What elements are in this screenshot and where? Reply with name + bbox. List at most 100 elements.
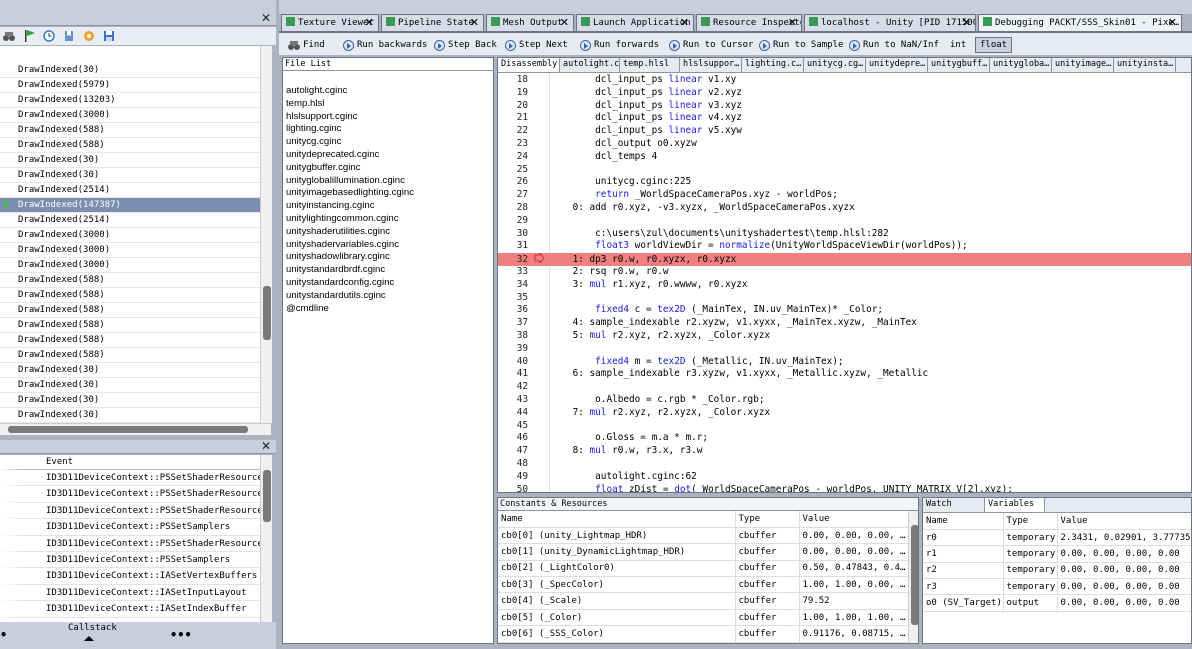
event-row[interactable]: DrawIndexed(588) xyxy=(0,123,271,138)
column-header[interactable]: Value xyxy=(1057,513,1191,530)
file-list-item[interactable]: hlslsupport.cginc xyxy=(283,111,493,124)
file-list-item[interactable]: unityinstancing.cginc xyxy=(283,200,493,213)
api-call-row[interactable]: ID3D11DeviceContext::PSSetShaderResource… xyxy=(0,502,271,520)
code-line[interactable]: 22 dcl_input_ps linear v5.xyw xyxy=(498,125,1191,138)
code-line[interactable]: 29 xyxy=(498,215,1191,228)
file-list-item[interactable]: unitycg.cginc xyxy=(283,136,493,149)
code-line[interactable]: 25 xyxy=(498,164,1191,177)
source-file-tab[interactable]: lighting.c… xyxy=(742,58,804,72)
api-call-row[interactable]: ID3D11DeviceContext::IASetVertexBuffers xyxy=(0,568,271,585)
code-line[interactable]: 40 fixed4 m = tex2D (_Metallic, IN.uv_Ma… xyxy=(498,356,1191,369)
column-header[interactable]: Type xyxy=(1003,513,1058,530)
file-list-item[interactable]: lighting.cginc xyxy=(283,123,493,136)
more-options-icon[interactable]: ••• xyxy=(170,628,192,642)
code-line[interactable]: 24 dcl_temps 4 xyxy=(498,151,1191,164)
source-file-tab[interactable]: autolight.c… xyxy=(560,58,620,72)
file-list-item[interactable]: unitystandardbrdf.cginc xyxy=(283,264,493,277)
code-line[interactable]: 43 o.Albedo = c.rgb * _Color.rgb; xyxy=(498,394,1191,407)
event-row[interactable]: DrawIndexed(3000) xyxy=(0,243,271,258)
file-list-item[interactable]: autolight.cginc xyxy=(283,85,493,98)
api-call-row[interactable]: ID3D11DeviceContext::PSSetShaderResource… xyxy=(0,486,271,503)
event-row[interactable]: DrawIndexed(5979) xyxy=(0,78,271,93)
file-list-item[interactable]: unityshaderutilities.cginc xyxy=(283,226,493,239)
source-file-tab[interactable]: hlslsuppor… xyxy=(680,58,742,72)
int-toggle[interactable]: int xyxy=(945,37,971,53)
event-row[interactable]: DrawIndexed(30) xyxy=(0,168,271,183)
table-row[interactable]: r0temporary2.3431, 0.02901, 3.77735, … xyxy=(923,529,1191,547)
document-tab[interactable]: Launch Application ✕ xyxy=(576,14,694,31)
constants-scroll-thumb[interactable] xyxy=(911,525,918,625)
api-call-scroll-thumb[interactable] xyxy=(263,470,271,522)
file-list-item[interactable]: unityshadervariables.cginc xyxy=(283,239,493,252)
code-line[interactable]: 38 5: mul r2.xyz, r2.xyzx, _Color.xyzx xyxy=(498,330,1191,343)
code-line[interactable]: 45 xyxy=(498,420,1191,433)
code-line[interactable]: 33 2: rsq r0.w, r0.w xyxy=(498,266,1191,279)
binoculars-icon[interactable] xyxy=(3,30,15,42)
api-call-row[interactable]: ID3D11DeviceContext::PSSetShaderResource… xyxy=(0,535,271,552)
file-list-item[interactable]: unitydeprecated.cginc xyxy=(283,149,493,162)
api-call-row[interactable]: ID3D11DeviceContext::IASetIndexBuffer xyxy=(0,601,271,618)
float-toggle[interactable]: float xyxy=(975,37,1013,53)
code-line[interactable]: 44 7: mul r2.xyz, r2.xyzx, _Color.xyzx xyxy=(498,407,1191,420)
source-file-tab[interactable]: unitygloba… xyxy=(990,58,1052,72)
event-row[interactable]: DrawIndexed(3000) xyxy=(0,228,271,243)
event-row[interactable]: DrawIndexed(588) xyxy=(0,273,271,288)
document-tab[interactable]: Debugging PACKT/SSS_Skin01 - Pixe… ✕ xyxy=(978,14,1182,31)
column-header[interactable]: Name xyxy=(498,511,736,528)
tab-close-icon[interactable]: ✕ xyxy=(680,16,689,29)
constants-scrollbar[interactable] xyxy=(908,511,918,643)
event-row[interactable]: DrawIndexed(588) xyxy=(0,333,271,348)
code-line[interactable]: 35 xyxy=(498,292,1191,305)
document-tab[interactable]: Resource Inspector ✕ xyxy=(696,14,802,31)
table-row[interactable]: cb0[2] (_LightColor0) cbuffer 0.50, 0.4784… xyxy=(498,560,909,578)
code-view[interactable]: 18 dcl_input_ps linear v1.xy 19 dcl_input… xyxy=(498,74,1191,492)
table-row[interactable]: r3 temporary 0.00, 0.00, 0.00, 0.00 xyxy=(923,578,1191,596)
code-line[interactable]: 23 dcl_output o0.xyzw xyxy=(498,138,1191,151)
code-line[interactable]: 47 8: mul r0.w, r3.x, r3.w xyxy=(498,445,1191,458)
code-line[interactable]: 27 return _WorldSpaceCameraPos.xyz - wor… xyxy=(498,189,1191,202)
table-row[interactable]: cb0[6] (_SSS_Color) cbuffer 0.91176, 0.087… xyxy=(498,625,909,643)
code-line[interactable]: 36 fixed4 c = tex2D (_MainTex, IN.uv_Mai… xyxy=(498,304,1191,317)
tab-close-icon[interactable]: ✕ xyxy=(470,16,479,29)
event-row[interactable]: DrawIndexed(3000) xyxy=(0,108,271,123)
file-list-item[interactable]: unityglobalillumination.cginc xyxy=(283,175,493,188)
tab-close-icon[interactable]: ✕ xyxy=(962,16,971,29)
source-file-tab[interactable]: Disassembly xyxy=(498,58,560,72)
api-call-row[interactable]: ID3D11DeviceContext::PSSetSamplers xyxy=(0,519,271,536)
tab-close-icon[interactable]: ✕ xyxy=(788,16,797,29)
api-call-scrollbar[interactable] xyxy=(260,455,272,622)
tab-close-icon[interactable]: ✕ xyxy=(1168,16,1177,29)
clock-icon[interactable] xyxy=(43,30,55,42)
event-row[interactable]: DrawIndexed(147387) xyxy=(0,198,271,213)
event-row[interactable]: DrawIndexed(30) xyxy=(0,363,271,378)
watch-panel-tab[interactable]: Watch xyxy=(923,498,985,512)
event-browser-close-icon[interactable]: ✕ xyxy=(261,11,271,25)
file-list-item[interactable]: unityshadowlibrary.cginc xyxy=(283,251,493,264)
run-forwards-button[interactable]: Run forwards xyxy=(576,37,663,53)
table-row[interactable]: cb0[0] (unity_Lightmap_HDR) cbuffer 0.00, … xyxy=(498,527,909,545)
watch-panel-tab[interactable]: Variables xyxy=(985,498,1045,512)
run-backwards-button[interactable]: Run backwards xyxy=(339,37,431,53)
file-list-item[interactable]: unityimagebasedlighting.cginc xyxy=(283,187,493,200)
code-line[interactable]: 34 3: mul r1.xyz, r0.wwww, r0.xyzx xyxy=(498,279,1191,292)
api-call-row[interactable]: ID3D11DeviceContext::PSSetSamplers xyxy=(0,551,271,569)
event-list-hscrollbar[interactable] xyxy=(0,423,271,435)
table-row[interactable]: cb0[1] (unity_DynamicLightmap_HDR) cbuffe… xyxy=(498,543,909,561)
code-line[interactable]: 18 dcl_input_ps linear v1.xy xyxy=(498,74,1191,87)
table-row[interactable]: cb0[5] (_Color) cbuffer 1.00, 1.00, 1.00, … xyxy=(498,609,909,627)
code-line[interactable]: 41 6: sample_indexable r3.xyzw, v1.xyxx,… xyxy=(498,368,1191,381)
run-to-sample-button[interactable]: Run to Sample xyxy=(755,37,847,53)
event-row[interactable]: DrawIndexed(30) xyxy=(0,63,271,78)
code-line[interactable]: 49 autolight.cginc:62 xyxy=(498,471,1191,484)
source-file-tab[interactable]: unityimage… xyxy=(1052,58,1114,72)
code-line[interactable]: 32 1: dp3 r0.w, r0.xyzx, r0.xyzx xyxy=(498,252,1191,266)
code-line[interactable]: 31 float3 worldViewDir = normalize(Unity… xyxy=(498,240,1191,253)
code-line[interactable]: 30 c:\users\zul\documents\unityshadertes… xyxy=(498,228,1191,241)
table-row[interactable]: cb0[3] (_SpecColor) cbuffer 1.00, 1.00, 0.… xyxy=(498,576,909,594)
file-list-item[interactable]: temp.hlsl xyxy=(283,98,493,111)
event-row[interactable]: DrawIndexed(2514) xyxy=(0,183,271,198)
event-row[interactable]: DrawIndexed(30) xyxy=(0,153,271,168)
table-row[interactable]: cb0[4] (_Scale) cbuffer 79.52 xyxy=(498,592,909,610)
flag-icon[interactable] xyxy=(24,29,36,43)
event-row[interactable]: DrawIndexed(3000) xyxy=(0,258,271,273)
